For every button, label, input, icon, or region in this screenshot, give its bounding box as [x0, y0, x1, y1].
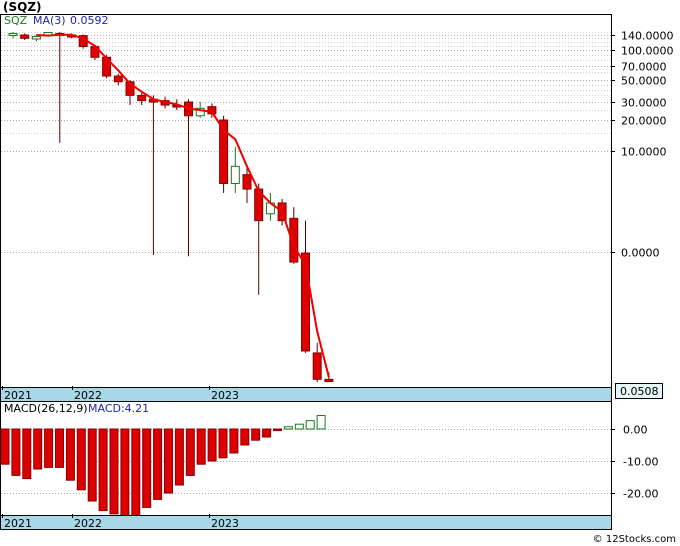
price-tick-label: 100.0000 — [621, 45, 674, 58]
macd-bar — [109, 428, 119, 515]
macd-bar — [98, 428, 108, 512]
candle-body — [31, 36, 41, 40]
macd-bar — [33, 428, 43, 470]
macd-legend-value: MACD:4.21 — [88, 402, 149, 415]
last-price-label: 0.0508 — [620, 385, 659, 398]
macd-bar — [294, 423, 304, 430]
macd-bar — [207, 428, 217, 462]
candle — [78, 34, 88, 49]
macd-tick-label: 0.00 — [623, 424, 648, 437]
price-tick-label: 50.0000 — [621, 75, 667, 88]
candle-body — [20, 34, 30, 39]
candle-body — [312, 352, 322, 380]
macd-bar — [229, 428, 239, 454]
price-tick-label: 20.0000 — [621, 115, 667, 128]
stock-chart: 140.0000 100.0000 70.000050.0000 30.0000 20.… — [0, 14, 676, 545]
watermark: © 12Stocks.com — [593, 534, 676, 545]
x-tick-label: 2021 — [4, 389, 32, 402]
x-tick-label: 2022 — [74, 517, 102, 530]
x-tick-label: 2023 — [211, 517, 239, 530]
x-tick-label: 2022 — [74, 389, 102, 402]
x-tick-label: 2023 — [211, 389, 239, 402]
macd-bar — [283, 426, 293, 430]
macd-bar — [142, 428, 152, 508]
candle-body — [8, 32, 18, 36]
macd-bar — [240, 428, 250, 446]
macd-bar — [120, 428, 130, 516]
candle-body — [113, 75, 123, 83]
macd-bar — [65, 428, 75, 481]
macd-tick-label: -20.00 — [623, 488, 658, 501]
x-tick-label: 2021 — [4, 517, 32, 530]
macd-bar — [305, 420, 315, 430]
macd-bar — [44, 428, 54, 468]
legend-ma-label: MA(3) — [33, 14, 66, 27]
legend-symbol: SQZ — [4, 14, 28, 27]
macd-bar — [273, 428, 282, 432]
macd-tick-label: -10.00 — [623, 456, 658, 469]
macd-bar — [22, 428, 32, 480]
macd-bar — [55, 428, 64, 468]
candle-body — [324, 378, 334, 383]
macd-bar — [153, 428, 163, 500]
candle-body — [242, 174, 252, 190]
macd-bar — [218, 428, 228, 459]
macd-legend-label: MACD(26,12,9) — [4, 402, 88, 415]
macd-bar — [11, 428, 21, 476]
legend-ma-value: 0.0592 — [70, 14, 109, 27]
macd-bar — [0, 428, 10, 465]
price-tick-label: 70.0000 — [621, 61, 667, 74]
macd-bar — [262, 428, 272, 438]
price-tick-label: 140.0000 — [621, 30, 674, 43]
price-tick-label: 10.0000 — [621, 146, 667, 159]
macd-bar — [164, 428, 173, 494]
macd-bar — [316, 415, 326, 430]
price-tick-label: 30.0000 — [621, 97, 667, 110]
macd-bar — [185, 428, 195, 476]
macd-bar — [76, 428, 86, 491]
macd-bar — [196, 428, 206, 465]
candle-body — [230, 165, 240, 185]
price-tick-label: 0.0000 — [621, 247, 660, 260]
macd-bar — [251, 428, 261, 441]
candle-body — [137, 94, 147, 102]
macd-bar — [174, 428, 184, 486]
macd-bar — [87, 428, 97, 502]
macd-bar — [131, 428, 141, 516]
